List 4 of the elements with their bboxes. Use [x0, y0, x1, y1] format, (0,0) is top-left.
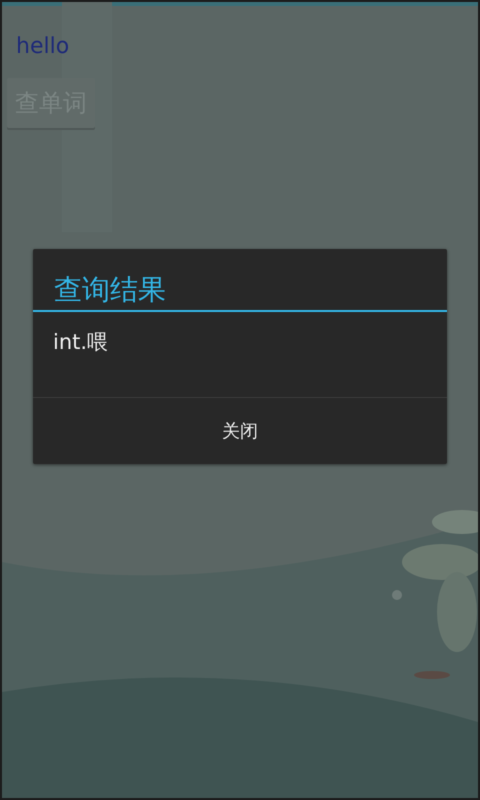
dialog-message: int.喂	[33, 312, 447, 398]
close-button[interactable]: 关闭	[33, 398, 447, 464]
dialog-title: 查询结果	[33, 249, 447, 312]
greeting-text: hello	[15, 33, 70, 61]
